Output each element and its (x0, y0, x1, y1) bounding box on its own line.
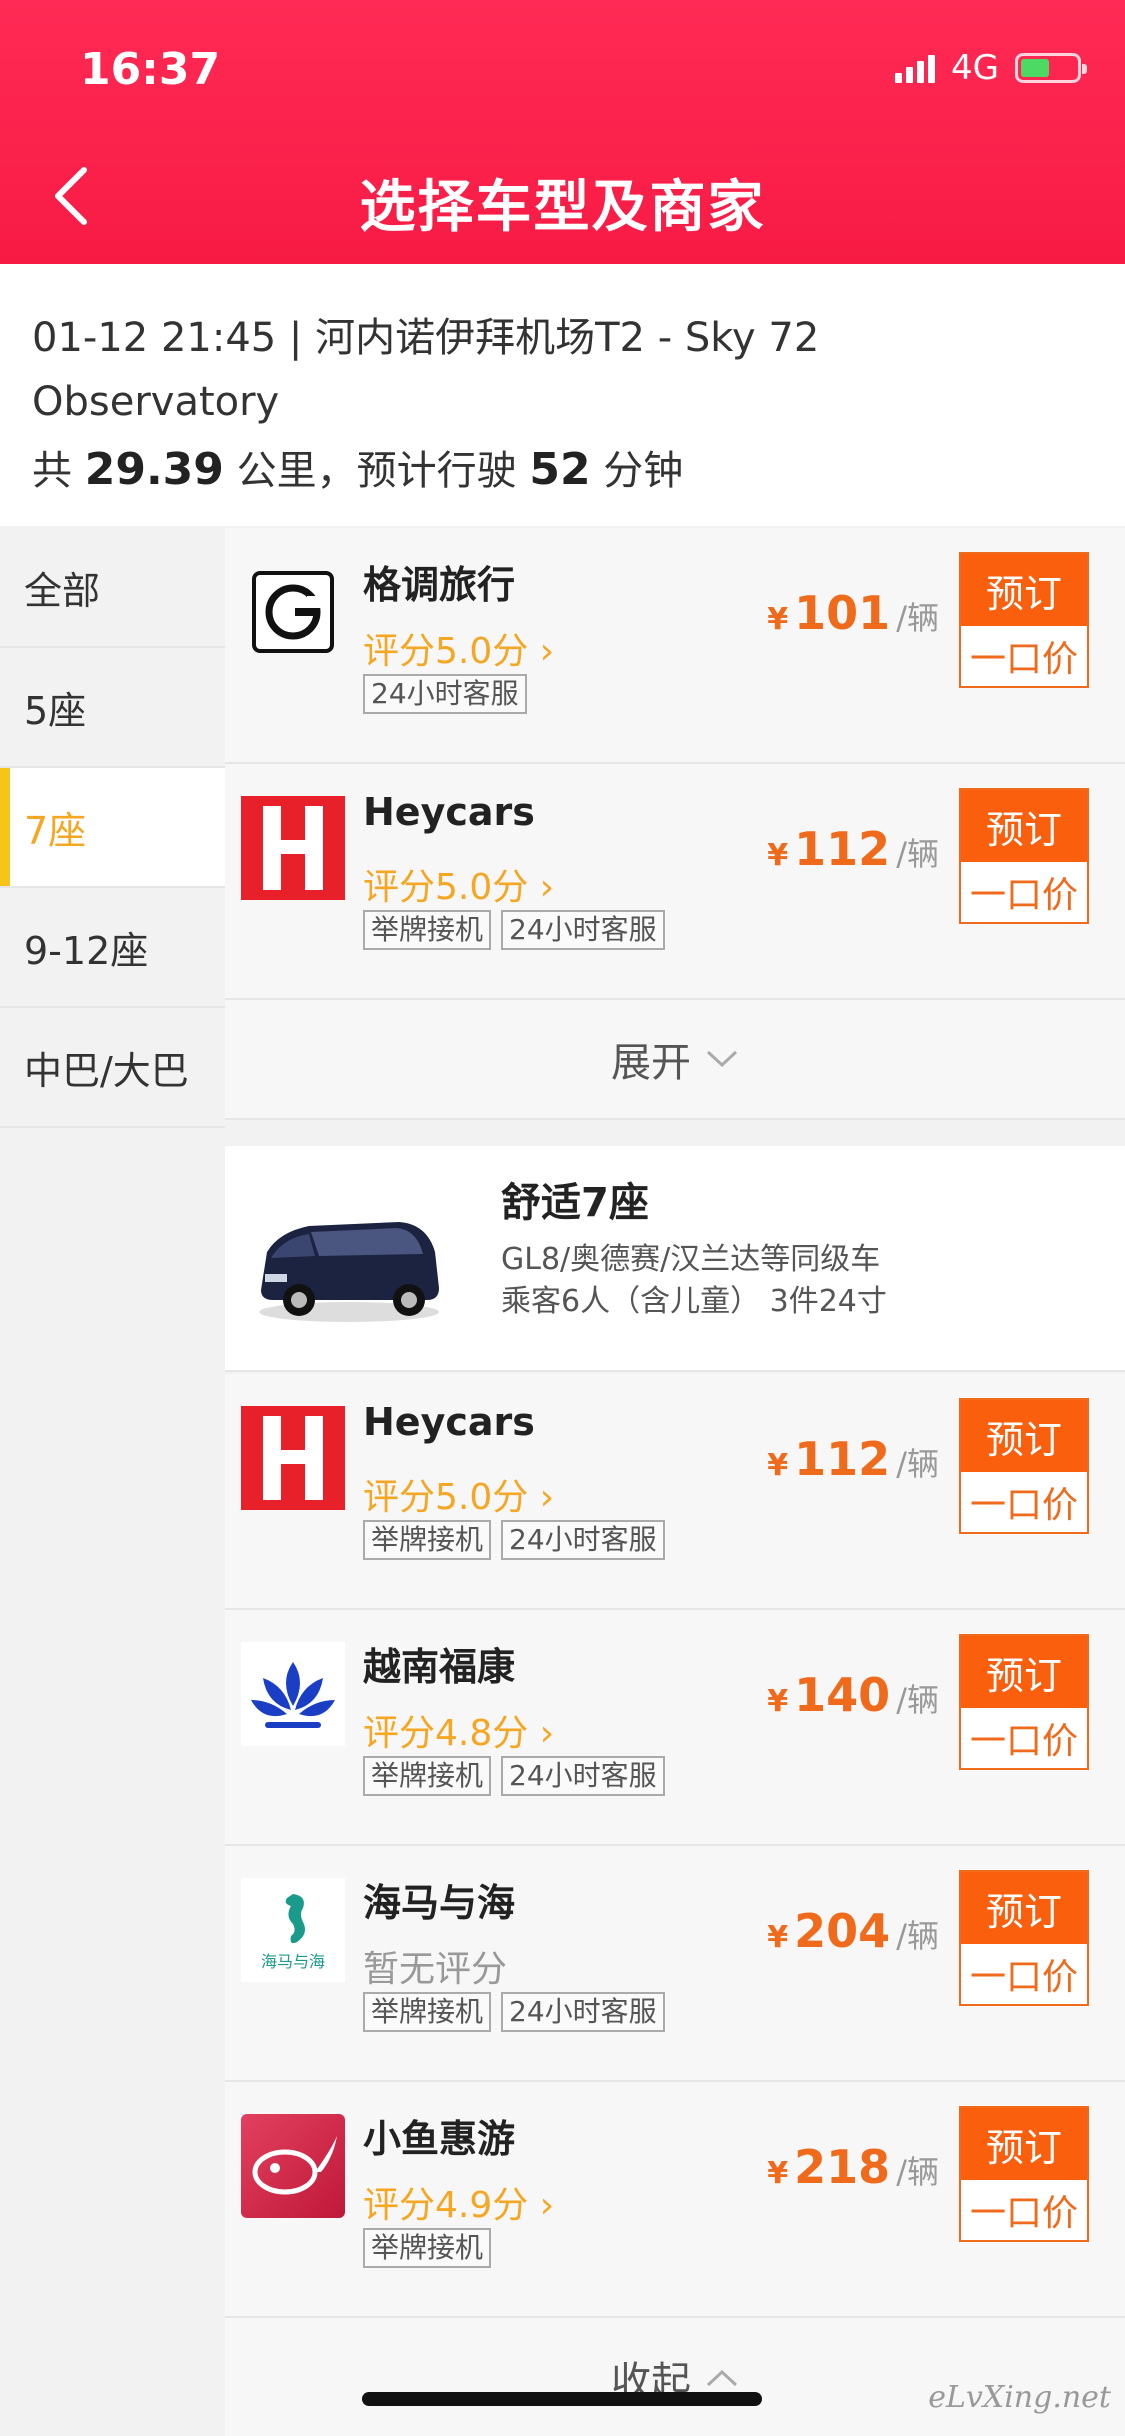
vendor-row[interactable]: 小鱼惠游 评分4.9分 › 举牌接机 ¥ 218 /辆 预订 一口价 (225, 2082, 1125, 2318)
heycars-logo-icon (241, 1406, 345, 1510)
book-button[interactable]: 预订 一口价 (959, 2106, 1089, 2242)
vendor-row[interactable]: Heycars 评分5.0分 › 举牌接机 24小时客服 ¥ 112 /辆 预订… (225, 764, 1125, 1000)
vendor-rating[interactable]: 评分5.0分 › (363, 622, 554, 674)
trip-route: 01-12 21:45 | 河内诺伊拜机场T2 - Sky 72 Observa… (32, 315, 820, 425)
chevron-up-icon (706, 2369, 738, 2387)
chevron-right-icon: › (539, 631, 555, 672)
vendor-tags: 举牌接机 24小时客服 (363, 910, 665, 950)
battery-icon (1015, 53, 1087, 83)
vendor-tags: 24小时客服 (363, 674, 527, 714)
chevron-right-icon: › (539, 1713, 555, 1754)
seahorse-logo-icon: 海马与海 (241, 1878, 345, 1982)
trip-duration: 52 (529, 444, 591, 495)
book-button[interactable]: 预订 一口价 (959, 1634, 1089, 1770)
home-indicator[interactable] (362, 2392, 762, 2406)
sidebar-item-all[interactable]: 全部 (0, 528, 225, 648)
vendor-name: 海马与海 (363, 1881, 516, 1925)
tag: 24小时客服 (363, 674, 527, 714)
vendor-row[interactable]: 越南福康 评分4.8分 › 举牌接机 24小时客服 ¥ 140 /辆 预订 一口… (225, 1610, 1125, 1846)
collapse-button[interactable]: 收起 (225, 2318, 1125, 2436)
expand-button[interactable]: 展开 (225, 1000, 1125, 1120)
vendor-tags: 举牌接机 24小时客服 (363, 1756, 665, 1796)
chevron-right-icon: › (539, 2185, 555, 2226)
vendor-row[interactable]: 海马与海 海马与海 暂无评分 举牌接机 24小时客服 ¥ 204 /辆 预订 一… (225, 1846, 1125, 2082)
car-type-title: 舒适7座 (501, 1180, 649, 1226)
getiao-logo-icon (241, 560, 345, 664)
duration-unit: 分钟 (603, 448, 684, 494)
chevron-right-icon: › (539, 867, 555, 908)
status-time: 16:37 (80, 44, 221, 95)
vendor-price: ¥ 112 /辆 (767, 1432, 939, 1486)
vendor-list: 格调旅行 评分5.0分 › 24小时客服 ¥ 101 /辆 预订 一口价 Hey… (225, 528, 1125, 2436)
vendor-rating[interactable]: 评分4.9分 › (363, 2176, 554, 2228)
summary-prefix: 共 (32, 448, 72, 494)
vendor-tags: 举牌接机 (363, 2228, 492, 2268)
trip-distance: 29.39 (84, 444, 224, 495)
vendor-row[interactable]: 格调旅行 评分5.0分 › 24小时客服 ¥ 101 /辆 预订 一口价 (225, 528, 1125, 764)
vendor-name: Heycars (363, 1400, 535, 1444)
vendor-price: ¥ 101 /辆 (767, 586, 939, 640)
vendor-name: 小鱼惠游 (363, 2117, 516, 2161)
watermark: eLvXing.net (928, 2380, 1111, 2415)
trip-info: 01-12 21:45 | 河内诺伊拜机场T2 - Sky 72 Observa… (0, 264, 1125, 526)
chevron-down-icon (706, 1050, 738, 1068)
vendor-row[interactable]: Heycars 评分5.0分 › 举牌接机 24小时客服 ¥ 112 /辆 预订… (225, 1374, 1125, 1610)
book-button[interactable]: 预订 一口价 (959, 1398, 1089, 1534)
book-button[interactable]: 预订 一口价 (959, 1870, 1089, 2006)
vendor-tags: 举牌接机 24小时客服 (363, 1520, 665, 1560)
tag: 举牌接机 (363, 1992, 492, 2032)
tag: 24小时客服 (501, 1756, 665, 1796)
vendor-name: Heycars (363, 790, 535, 834)
trip-summary: 共 29.39 公里，预计行驶 52 分钟 (32, 438, 1093, 503)
vendor-name: 格调旅行 (363, 563, 516, 607)
network-type: 4G (951, 48, 999, 88)
vendor-name: 越南福康 (363, 1645, 516, 1689)
book-button[interactable]: 预订 一口价 (959, 788, 1089, 924)
car-capacity: 乘客6人（含儿童） 3件24寸 (501, 1284, 887, 1319)
sidebar-item-bus[interactable]: 中巴/大巴 (0, 1008, 225, 1128)
book-button[interactable]: 预订 一口价 (959, 552, 1089, 688)
vendor-rating: 暂无评分 (363, 1949, 508, 1990)
nav-header: 16:37 4G 选择车型及商家 (0, 0, 1125, 264)
tag: 24小时客服 (501, 910, 665, 950)
sidebar-item-9-12-seat[interactable]: 9-12座 (0, 888, 225, 1008)
minivan-image (249, 1182, 449, 1342)
vendor-rating[interactable]: 评分4.8分 › (363, 1704, 554, 1756)
vendor-rating[interactable]: 评分5.0分 › (363, 858, 554, 910)
vendor-price: ¥ 204 /辆 (767, 1904, 939, 1958)
tag: 举牌接机 (363, 910, 492, 950)
vendor-rating[interactable]: 评分5.0分 › (363, 1468, 554, 1520)
status-indicators: 4G (895, 48, 1087, 88)
vendor-tags: 举牌接机 24小时客服 (363, 1992, 665, 2032)
distance-unit: 公里，预计行驶 (236, 448, 517, 494)
tag: 举牌接机 (363, 1520, 492, 1560)
vendor-price: ¥ 140 /辆 (767, 1668, 939, 1722)
heycars-logo-icon (241, 796, 345, 900)
tag: 24小时客服 (501, 1992, 665, 2032)
sidebar-item-5-seat[interactable]: 5座 (0, 648, 225, 768)
vendor-price: ¥ 112 /辆 (767, 822, 939, 876)
sidebar-item-7-seat[interactable]: 7座 (0, 768, 225, 888)
vendor-price: ¥ 218 /辆 (767, 2140, 939, 2194)
car-type-card: 舒适7座 GL8/奥德赛/汉兰达等同级车 乘客6人（含儿童） 3件24寸 (225, 1146, 1125, 1372)
tag: 举牌接机 (363, 1756, 492, 1796)
signal-icon (895, 53, 936, 83)
tag: 举牌接机 (363, 2228, 492, 2268)
chevron-right-icon: › (539, 1477, 555, 1518)
seat-filter-sidebar: 全部 5座 7座 9-12座 中巴/大巴 (0, 528, 225, 2436)
tag: 24小时客服 (501, 1520, 665, 1560)
car-models: GL8/奥德赛/汉兰达等同级车 (501, 1242, 881, 1277)
page-title: 选择车型及商家 (359, 175, 766, 240)
fish-logo-icon (241, 2114, 345, 2218)
lotus-logo-icon (241, 1642, 345, 1746)
